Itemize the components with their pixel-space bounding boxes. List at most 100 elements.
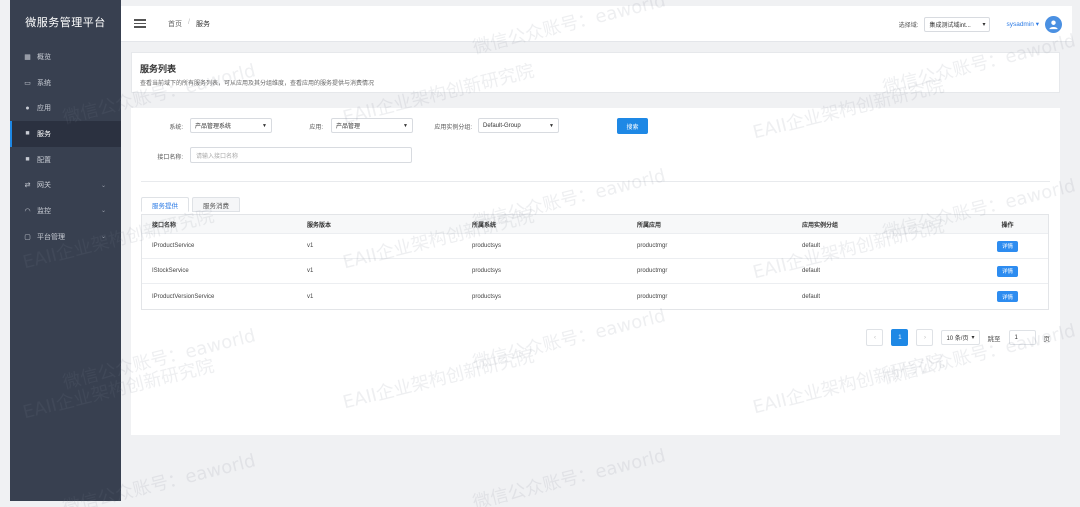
monitor-icon: ▭ [24,79,31,87]
breadcrumb-home[interactable]: 首页 [168,19,182,29]
sidebar: 微服务管理平台 ▦ 概览 ▭ 系统 ● 应用 ■ 服务 ■ 配置 ⇄ 网关 ⌄ … [10,0,121,501]
table-header-row: 接口名称 服务版本 所属系统 所属应用 应用实例分组 操作 [142,215,1048,234]
column-header[interactable]: 应用实例分组 [802,220,967,229]
chevron-down-icon: ⌄ [100,234,106,241]
gauge-icon: ◠ [24,207,31,215]
column-header[interactable]: 服务版本 [307,220,472,229]
search-button[interactable]: 搜索 [617,118,648,134]
cell-interface-name: IStockService [152,268,189,274]
zone-label: 选择域: [898,22,919,29]
page-size-value: 10 条/页 [946,336,969,342]
sidebar-item-overview[interactable]: ▦ 概览 [10,44,121,70]
group-select[interactable]: Default-Group ▼ [478,118,559,133]
prev-page-button[interactable]: ‹ [866,329,884,346]
service-table: 接口名称 服务版本 所属系统 所属应用 应用实例分组 操作 IProductSe… [141,214,1049,310]
watermark-text: 微信公众账号：eaworld [470,445,668,507]
avatar[interactable] [1045,15,1062,33]
system-filter-label: 系统: [169,125,183,131]
table-row: IProductService v1 productsys productmgr… [142,234,1048,259]
column-header: 操作 [1001,222,1014,229]
chevron-down-icon: ⌄ [100,208,106,215]
page-size-select[interactable]: 10 条/页 ▾ [941,330,980,345]
zone-select[interactable]: 集成测试域int... ▾ [924,16,991,32]
menu-toggle-icon[interactable] [134,19,146,28]
system-select-value: 产品管理系统 [195,124,232,130]
brand-title: 微服务管理平台 [25,17,106,29]
sidebar-item-label: 配置 [37,156,51,164]
caret-down-icon: ▾ [1035,21,1039,28]
pagination: ‹ 1 › 10 条/页 ▾ 跳至 1 页 [866,329,1050,346]
cell-version: v1 [307,243,314,249]
cell-version: v1 [307,293,314,300]
cell-group: default [802,293,821,300]
cell-action: 详情 [967,240,1048,252]
user-icon [1049,20,1058,29]
square-icon: ■ [25,156,30,164]
sidebar-item-platform[interactable]: ▢ 平台管理 ⌄ [10,224,121,250]
breadcrumb: 首页 / 服务 [168,19,210,29]
breadcrumb-separator: / [188,18,190,26]
next-page-button[interactable]: › [916,329,934,346]
detail-button[interactable]: 详情 [997,291,1018,302]
system-select[interactable]: 产品管理系统 ▼ [190,118,272,133]
page-title: 服务列表 [140,64,177,74]
caret-down-icon: ▼ [549,122,554,129]
sidebar-item-label: 网关 [37,182,51,190]
group-filter-label: 应用实例分组: [434,125,472,131]
sidebar-item-application[interactable]: ● 应用 [10,95,121,121]
cell-app: productmgr [637,243,668,249]
user-menu[interactable]: sysadmin ▾ [1006,20,1039,28]
chevron-down-icon: ⌄ [100,182,106,189]
cell-version: v1 [307,268,314,274]
tab-service-provide[interactable]: 服务提供 [141,197,189,212]
sidebar-item-label: 概览 [37,53,51,61]
header-right: 选择域: 集成测试域int... ▾ sysadmin ▾ [899,6,1062,42]
cell-group: default [802,268,821,274]
column-header[interactable]: 接口名称 [142,220,307,229]
desktop-icon: ▢ [24,233,31,241]
page-header-panel: 服务列表 查看当前域下的所有服务列表，可从应用及其分组维度，查看应用的服务提供与… [131,52,1060,93]
sidebar-item-label: 服务 [37,130,51,138]
top-header: 首页 / 服务 选择域: 集成测试域int... ▾ sysadmin ▾ [121,6,1072,42]
column-header[interactable]: 所属应用 [637,220,802,229]
table-row: IProductVersionService v1 productsys pro… [142,284,1048,309]
sidebar-item-monitor[interactable]: ◠ 监控 ⌄ [10,198,121,224]
cell-app: productmgr [637,293,668,300]
app-select-value: 产品管理 [336,124,361,130]
detail-button[interactable]: 详情 [997,240,1018,252]
username: sysadmin [1006,21,1034,28]
detail-button[interactable]: 详情 [997,265,1018,277]
sidebar-item-label: 应用 [37,105,51,113]
app-select[interactable]: 产品管理 ▼ [331,118,413,133]
cell-system: productsys [472,268,502,274]
sidebar-item-label: 监控 [37,207,51,215]
shuffle-icon: ⇄ [24,182,31,190]
caret-down-icon: ▼ [403,122,408,129]
sidebar-item-service[interactable]: ■ 服务 [10,121,121,147]
sidebar-item-system[interactable]: ▭ 系统 [10,70,121,96]
service-tabs: 服务提供 服务消费 [141,197,240,212]
zone-value: 集成测试域int... [929,22,971,29]
goto-page-input[interactable]: 1 [1008,330,1036,345]
page-description: 查看当前域下的所有服务列表，可从应用及其分组维度，查看应用的服务提供与消费情况 [140,81,375,87]
caret-down-icon: ▾ [971,335,975,341]
breadcrumb-current: 服务 [195,20,210,28]
cell-system: productsys [472,243,502,249]
caret-down-icon: ▼ [262,122,267,129]
square-icon: ■ [25,130,30,138]
table-row: IStockService v1 productsys productmgr d… [142,259,1048,284]
interface-name-input[interactable]: 请输入接口名称 [190,147,412,163]
sidebar-item-config[interactable]: ■ 配置 [10,147,121,173]
cell-group: default [802,243,821,249]
main-panel: 系统: 产品管理系统 ▼ 应用: 产品管理 ▼ 应用实例分组: Default-… [131,108,1060,435]
tab-service-consume[interactable]: 服务消费 [192,197,240,212]
page-button-current[interactable]: 1 [891,329,909,346]
interface-name-label: 接口名称: [157,155,183,161]
column-header[interactable]: 所属系统 [472,220,637,229]
sidebar-item-label: 系统 [37,79,51,87]
filter-divider [141,181,1050,182]
sidebar-nav: ▦ 概览 ▭ 系统 ● 应用 ■ 服务 ■ 配置 ⇄ 网关 ⌄ ◠ 监控 ⌄ ▢… [10,44,121,250]
sidebar-item-gateway[interactable]: ⇄ 网关 ⌄ [10,172,121,198]
sidebar-item-label: 平台管理 [37,233,65,241]
cell-app: productmgr [637,268,668,274]
